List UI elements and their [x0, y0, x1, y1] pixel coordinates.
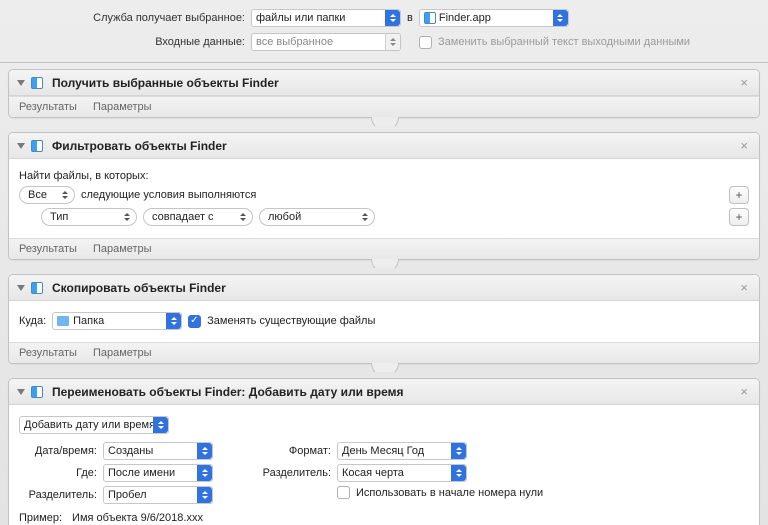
replace-text-checkbox[interactable] — [419, 36, 432, 49]
action-header[interactable]: Получить выбранные объекты Finder × — [9, 70, 759, 96]
action-get-selected-finder-items: Получить выбранные объекты Finder × Резу… — [8, 69, 760, 118]
finder-icon — [31, 140, 43, 152]
action-footer: Результаты Параметры — [9, 238, 759, 259]
dropdown-caps-icon — [197, 465, 212, 481]
workflow-area: Получить выбранные объекты Finder × Резу… — [0, 63, 768, 525]
example-value: Имя объекта 9/6/2018.xxx — [72, 512, 203, 524]
dropdown-caps-icon — [451, 465, 466, 481]
dropdown-caps-icon — [153, 417, 168, 433]
destination-select[interactable]: Папка — [52, 312, 182, 330]
params-tab[interactable]: Параметры — [93, 347, 152, 359]
connector-notch-icon — [369, 363, 399, 372]
separator2-select[interactable]: Косая черта — [337, 464, 467, 482]
where-label: Где: — [19, 467, 97, 479]
replace-text-label: Заменить выбранный текст выходными данны… — [438, 36, 690, 48]
service-config-bar: Служба получает выбранное: файлы или пап… — [0, 0, 768, 63]
condition-field-value: Тип — [50, 211, 68, 223]
folder-icon — [57, 316, 69, 326]
action-header[interactable]: Скопировать объекты Finder × — [9, 275, 759, 301]
service-input-type-select[interactable]: файлы или папки — [251, 9, 401, 27]
action-header[interactable]: Переименовать объекты Finder: Добавить д… — [9, 379, 759, 405]
close-icon[interactable]: × — [737, 384, 751, 399]
condition-value-value: любой — [268, 211, 301, 223]
match-scope-value: Все — [28, 189, 47, 201]
replace-existing-label: Заменять существующие файлы — [207, 315, 375, 327]
add-condition-button[interactable]: + — [729, 186, 749, 204]
params-tab[interactable]: Параметры — [93, 243, 152, 255]
connector-notch-icon — [369, 259, 399, 268]
dropdown-caps-icon — [385, 34, 400, 50]
destination-value: Папка — [73, 315, 104, 327]
action-footer: Результаты Параметры — [9, 342, 759, 363]
disclosure-triangle-icon[interactable] — [17, 389, 25, 395]
separator2-value: Косая черта — [342, 467, 404, 479]
conditions-suffix-label: следующие условия выполняются — [81, 189, 256, 201]
condition-operator-value: совпадает с — [152, 211, 214, 223]
where-value: После имени — [108, 467, 175, 479]
leading-zeros-label: Использовать в начале номера нули — [356, 487, 543, 499]
action-filter-finder-items: Фильтровать объекты Finder × Найти файлы… — [8, 132, 760, 260]
separator1-label: Разделитель: — [19, 489, 97, 501]
results-tab[interactable]: Результаты — [19, 347, 77, 359]
disclosure-triangle-icon[interactable] — [17, 143, 25, 149]
service-app-select[interactable]: Finder.app — [419, 9, 569, 27]
finder-icon — [424, 12, 436, 24]
close-icon[interactable]: × — [737, 138, 751, 153]
find-files-label: Найти файлы, в которых: — [19, 170, 149, 182]
action-title: Фильтровать объекты Finder — [52, 139, 227, 153]
action-title: Получить выбранные объекты Finder — [52, 76, 279, 90]
destination-label: Куда: — [19, 315, 46, 327]
format-select[interactable]: День Месяц Год — [337, 442, 467, 460]
date-time-label: Дата/время: — [19, 445, 97, 457]
results-tab[interactable]: Результаты — [19, 101, 77, 113]
service-receives-label: Служба получает выбранное: — [12, 12, 245, 24]
condition-value-select[interactable]: любой — [259, 208, 375, 226]
in-label: в — [407, 12, 413, 24]
params-tab[interactable]: Параметры — [93, 101, 152, 113]
action-title: Скопировать объекты Finder — [52, 281, 226, 295]
input-data-label: Входные данные: — [12, 36, 245, 48]
add-subcondition-button[interactable]: + — [729, 208, 749, 226]
separator1-select[interactable]: Пробел — [103, 486, 213, 504]
condition-operator-select[interactable]: совпадает с — [143, 208, 253, 226]
replace-existing-checkbox[interactable] — [188, 315, 201, 328]
action-footer: Результаты Параметры — [9, 96, 759, 117]
example-label: Пример: — [19, 512, 62, 524]
dropdown-caps-icon — [385, 10, 400, 26]
action-title: Переименовать объекты Finder: Добавить д… — [52, 385, 404, 399]
disclosure-triangle-icon[interactable] — [17, 80, 25, 86]
format-value: День Месяц Год — [342, 445, 424, 457]
action-rename-finder-items: Переименовать объекты Finder: Добавить д… — [8, 378, 760, 525]
connector-notch-icon — [369, 117, 399, 126]
disclosure-triangle-icon[interactable] — [17, 285, 25, 291]
date-time-select[interactable]: Созданы — [103, 442, 213, 460]
finder-icon — [31, 282, 43, 294]
finder-icon — [31, 386, 43, 398]
input-data-select[interactable]: все выбранное — [251, 33, 401, 51]
close-icon[interactable]: × — [737, 280, 751, 295]
separator2-label: Разделитель: — [253, 467, 331, 479]
rename-mode-select[interactable]: Добавить дату или время — [19, 416, 169, 434]
service-input-type-value: файлы или папки — [256, 12, 345, 24]
input-data-value: все выбранное — [256, 36, 333, 48]
action-copy-finder-items: Скопировать объекты Finder × Куда: Папка… — [8, 274, 760, 364]
results-tab[interactable]: Результаты — [19, 243, 77, 255]
rename-mode-value: Добавить дату или время — [24, 419, 155, 431]
service-app-value: Finder.app — [439, 12, 491, 24]
dropdown-caps-icon — [553, 10, 568, 26]
dropdown-caps-icon — [197, 443, 212, 459]
separator1-value: Пробел — [108, 489, 147, 501]
condition-field-select[interactable]: Тип — [41, 208, 137, 226]
date-time-value: Созданы — [108, 445, 153, 457]
leading-zeros-checkbox[interactable] — [337, 486, 350, 499]
match-scope-select[interactable]: Все — [19, 186, 75, 204]
dropdown-caps-icon — [197, 487, 212, 503]
close-icon[interactable]: × — [737, 75, 751, 90]
where-select[interactable]: После имени — [103, 464, 213, 482]
dropdown-caps-icon — [166, 313, 181, 329]
format-label: Формат: — [253, 445, 331, 457]
action-header[interactable]: Фильтровать объекты Finder × — [9, 133, 759, 159]
dropdown-caps-icon — [451, 443, 466, 459]
finder-icon — [31, 77, 43, 89]
